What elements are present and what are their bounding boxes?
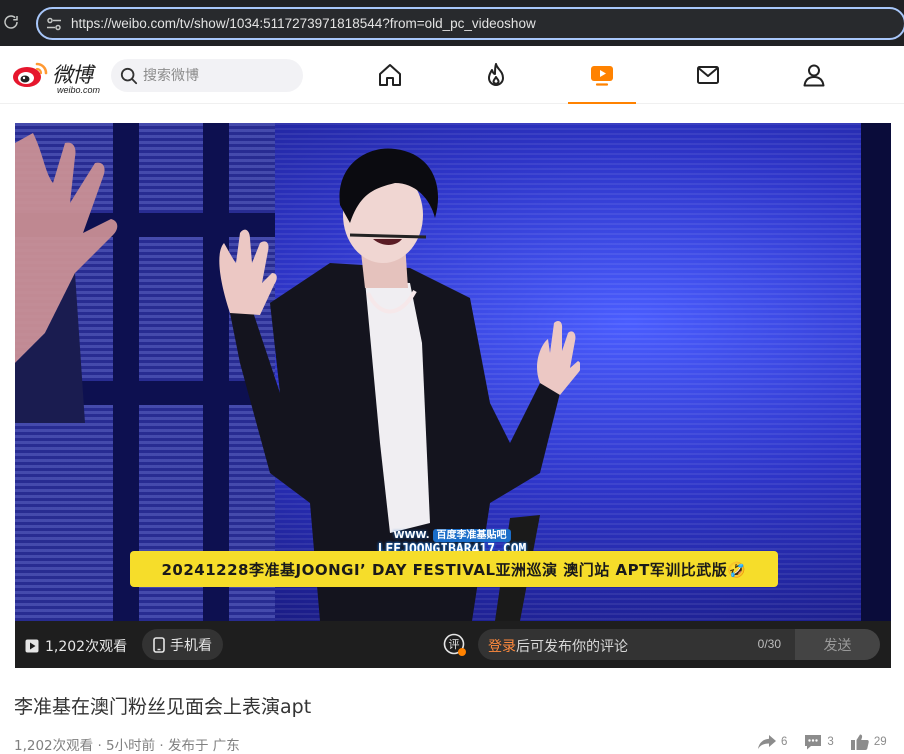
weibo-eye-icon — [13, 62, 48, 87]
address-bar[interactable]: https://weibo.com/tv/show/1034:511727397… — [36, 7, 904, 40]
weibo-logo[interactable]: 微博 weibo.com — [12, 58, 102, 95]
audience-hand — [15, 133, 118, 423]
share-count: 6 — [781, 736, 788, 748]
comment-badge-icon: 评 — [443, 633, 466, 656]
nav-messages[interactable] — [674, 46, 742, 104]
view-count-text: 1,202次观看 — [45, 639, 128, 655]
comment-button[interactable]: 3 — [803, 733, 834, 751]
mail-icon — [697, 66, 719, 84]
video-player[interactable]: WWW. 百度李准基贴吧 LEEJOONGIBAR417.COM 20241228… — [15, 123, 891, 621]
share-button[interactable]: 6 — [757, 733, 787, 751]
reload-icon[interactable] — [2, 12, 20, 32]
site-header: 微博 weibo.com — [0, 46, 904, 104]
video-title: 李准基在澳门粉丝见面会上表演apt — [14, 696, 312, 718]
phone-icon — [153, 636, 165, 653]
site-settings-icon[interactable] — [46, 16, 62, 32]
url-text[interactable]: https://weibo.com/tv/show/1034:511727397… — [71, 16, 536, 31]
comment-count: 3 — [827, 736, 834, 748]
comment-input[interactable]: 登录 后可发布你的评论 0/30 — [478, 629, 795, 660]
video-meta: 1,202次观看 · 5小时前 · 发布于 广东 — [14, 738, 240, 754]
watermark-top: 百度李准基贴吧 — [432, 529, 511, 542]
tv-play-icon — [591, 66, 613, 86]
share-icon — [758, 735, 776, 749]
post-actions: 6 3 29 — [757, 732, 887, 752]
comment-hint: 后可发布你的评论 — [516, 639, 628, 655]
browser-toolbar: https://weibo.com/tv/show/1034:511727397… — [0, 0, 904, 46]
like-count: 29 — [873, 736, 887, 748]
nav-hot[interactable] — [462, 46, 530, 104]
thumbs-up-icon — [850, 734, 869, 750]
nav-profile[interactable] — [780, 46, 848, 104]
search-box[interactable] — [111, 59, 303, 92]
phone-watch-button[interactable]: 手机看 — [142, 629, 223, 660]
nav-home[interactable] — [356, 46, 424, 104]
play-icon — [25, 639, 39, 653]
watermark-www: WWW. — [393, 530, 430, 541]
logo-subtext: weibo.com — [57, 85, 101, 95]
comment-char-count: 0/30 — [757, 637, 781, 651]
search-icon — [120, 67, 138, 85]
like-button[interactable]: 29 — [850, 733, 887, 751]
user-icon — [803, 64, 825, 87]
fire-icon — [488, 63, 504, 86]
nav-video[interactable] — [568, 46, 636, 104]
subtitle-text: 20241228李准基JOONGI’ DAY FESTIVAL亚洲巡演 澳门站 … — [161, 560, 747, 579]
send-button[interactable]: 发送 — [795, 629, 880, 660]
search-input[interactable] — [143, 65, 293, 87]
video-watermark: WWW. 百度李准基贴吧 LEEJOONGIBAR417.COM — [377, 523, 527, 557]
comment-icon — [805, 735, 822, 750]
video-subtitle: 20241228李准基JOONGI’ DAY FESTIVAL亚洲巡演 澳门站 … — [130, 551, 778, 587]
phone-watch-label: 手机看 — [170, 637, 212, 654]
video-control-bar: 1,202次观看 手机看 评 登录 后可发布你的评论 0/30 发送 — [15, 621, 891, 668]
comment-badge-text: 评 — [449, 638, 460, 651]
stage-edge — [861, 123, 891, 621]
login-link[interactable]: 登录 — [488, 636, 516, 656]
view-count: 1,202次观看 — [25, 636, 127, 656]
home-icon — [379, 64, 401, 86]
